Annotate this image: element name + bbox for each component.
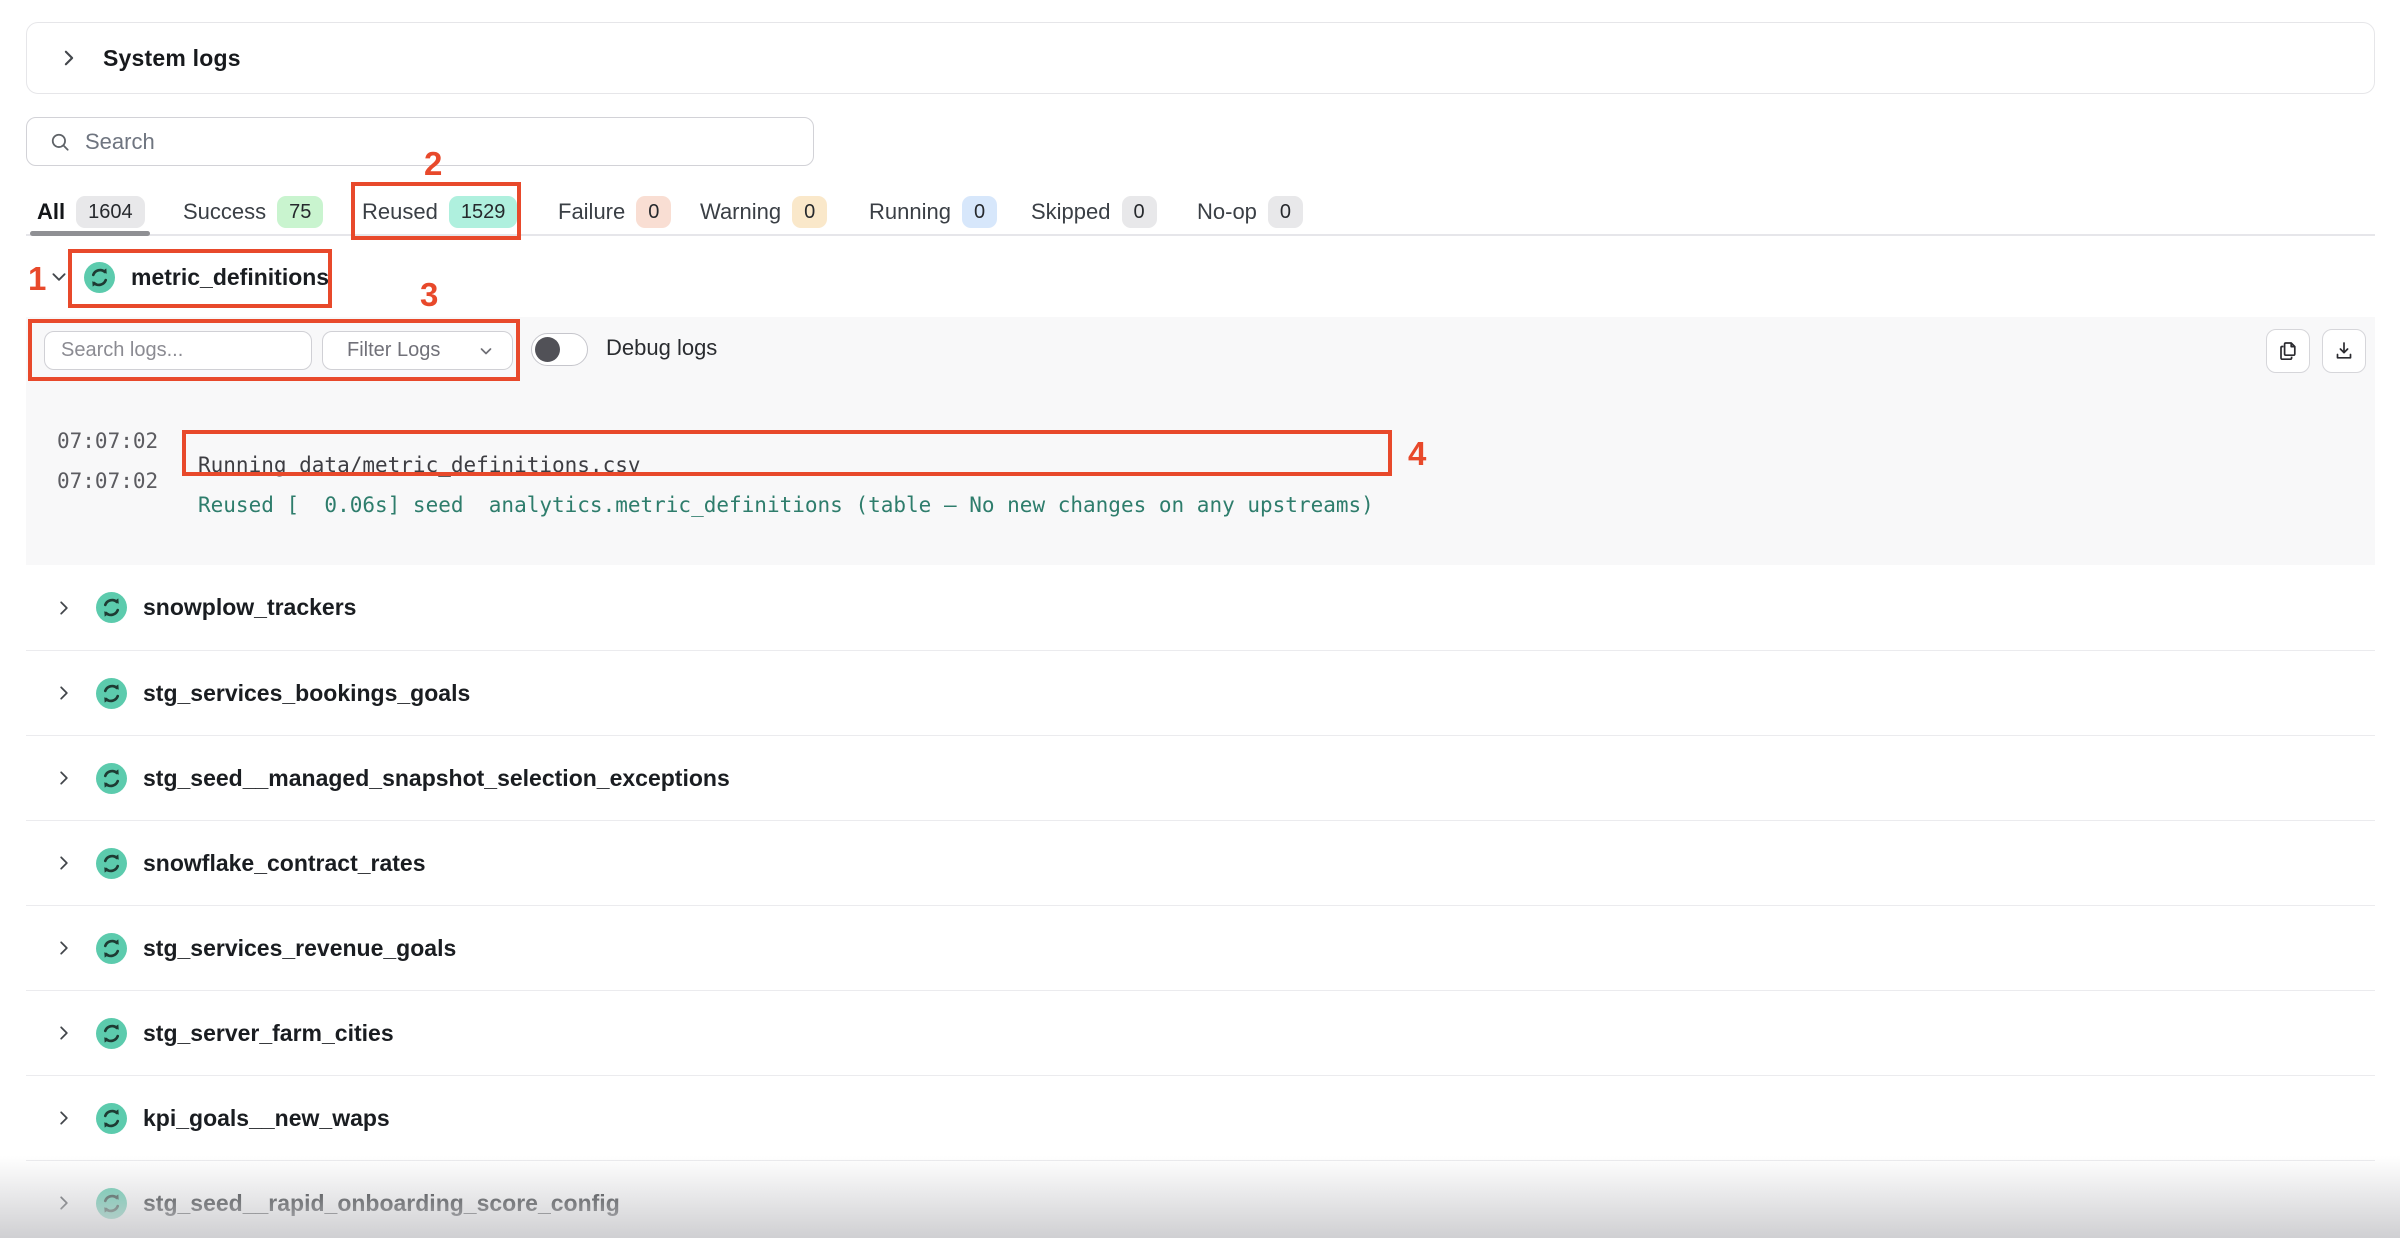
copy-icon — [2276, 339, 2300, 363]
reused-status-icon — [96, 1188, 127, 1219]
filter-logs-dropdown[interactable]: Filter Logs — [322, 331, 513, 370]
item-label: metric_definitions — [131, 264, 329, 291]
reused-status-icon — [84, 262, 115, 293]
log-line: 07:07:02 Running data/metric_definitions… — [26, 405, 2375, 431]
chevron-right-icon[interactable] — [55, 1109, 73, 1127]
tab-count-badge: 75 — [277, 196, 323, 228]
download-icon — [2332, 339, 2356, 363]
log-panel: Filter Logs Debug logs 07:07:02 Running … — [26, 317, 2375, 565]
tab-count-badge: 0 — [636, 196, 671, 228]
reused-status-icon — [96, 848, 127, 879]
chevron-right-icon[interactable] — [55, 1024, 73, 1042]
item-label: kpi_goals__new_waps — [143, 1105, 390, 1132]
search-icon — [49, 131, 71, 153]
tab-label: Failure — [558, 199, 625, 225]
tab-warning[interactable]: Warning 0 — [700, 192, 827, 232]
debug-logs-label: Debug logs — [606, 335, 717, 361]
list-item-stg-server-farm-cities[interactable]: stg_server_farm_cities — [26, 990, 2375, 1075]
tab-label: Success — [183, 199, 266, 225]
item-label: stg_server_farm_cities — [143, 1020, 394, 1047]
chevron-right-icon[interactable] — [55, 1194, 73, 1212]
reused-status-icon — [96, 678, 127, 709]
log-timestamp: 07:07:02 — [57, 469, 158, 493]
tab-all[interactable]: All 1604 — [37, 192, 145, 232]
log-message: Reused [ 0.06s] seed analytics.metric_de… — [198, 493, 1374, 517]
search-bar[interactable] — [26, 117, 814, 166]
chevron-down-icon — [478, 343, 494, 359]
list-item-stg-seed-managed-snapshot-selection-exceptions[interactable]: stg_seed__managed_snapshot_selection_exc… — [26, 735, 2375, 820]
item-label: stg_services_bookings_goals — [143, 680, 470, 707]
tab-count-badge: 1604 — [76, 196, 145, 228]
item-label: stg_seed__managed_snapshot_selection_exc… — [143, 765, 730, 792]
list-item-stg-services-bookings-goals[interactable]: stg_services_bookings_goals — [26, 650, 2375, 735]
annotation-number-1: 1 — [28, 260, 46, 298]
annotation-number-3: 3 — [420, 276, 438, 314]
list-item-snowflake-contract-rates[interactable]: snowflake_contract_rates — [26, 820, 2375, 905]
chevron-right-icon[interactable] — [55, 599, 73, 617]
tab-count-badge: 0 — [792, 196, 827, 228]
tab-label: Running — [869, 199, 951, 225]
chevron-right-icon[interactable] — [55, 684, 73, 702]
item-label: snowplow_trackers — [143, 594, 356, 621]
active-tab-underline — [30, 231, 150, 236]
tab-noop[interactable]: No-op 0 — [1197, 192, 1303, 232]
filter-logs-label: Filter Logs — [347, 339, 440, 362]
tab-label: Skipped — [1031, 199, 1111, 225]
tab-count-badge: 0 — [1122, 196, 1157, 228]
copy-logs-button[interactable] — [2266, 329, 2310, 373]
tab-label: Warning — [700, 199, 781, 225]
tabs-separator — [26, 234, 2375, 236]
tab-running[interactable]: Running 0 — [869, 192, 997, 232]
tab-label: No-op — [1197, 199, 1257, 225]
log-search-input[interactable] — [45, 339, 311, 362]
tab-count-badge: 0 — [962, 196, 997, 228]
expanded-item-metric-definitions[interactable]: metric_definitions — [84, 262, 329, 293]
download-logs-button[interactable] — [2322, 329, 2366, 373]
tab-count-badge: 1529 — [449, 196, 518, 228]
list-item-stg-services-revenue-goals[interactable]: stg_services_revenue_goals — [26, 905, 2375, 990]
tab-label: All — [37, 199, 65, 225]
tab-skipped[interactable]: Skipped 0 — [1031, 192, 1157, 232]
tab-failure[interactable]: Failure 0 — [558, 192, 671, 232]
log-search-box[interactable] — [44, 331, 312, 370]
chevron-right-icon[interactable] — [55, 939, 73, 957]
list-item-snowplow-trackers[interactable]: snowplow_trackers — [26, 565, 2375, 650]
reused-status-icon — [96, 1103, 127, 1134]
item-label: stg_seed__rapid_onboarding_score_config — [143, 1190, 620, 1217]
item-label: snowflake_contract_rates — [143, 850, 426, 877]
reused-status-icon — [96, 763, 127, 794]
page-title: System logs — [103, 45, 241, 72]
chevron-down-icon[interactable] — [50, 268, 68, 291]
list-item-kpi-goals-new-waps[interactable]: kpi_goals__new_waps — [26, 1075, 2375, 1160]
log-item-list: snowplow_trackers stg_services_bookings_… — [26, 565, 2375, 1238]
log-line: 07:07:02 Reused [ 0.06s] seed analytics.… — [26, 445, 2375, 471]
chevron-right-icon[interactable] — [55, 769, 73, 787]
system-logs-header[interactable]: System logs — [26, 22, 2375, 94]
reused-status-icon — [96, 592, 127, 623]
tab-label: Reused — [362, 199, 438, 225]
item-label: stg_services_revenue_goals — [143, 935, 456, 962]
tab-count-badge: 0 — [1268, 196, 1303, 228]
tab-reused[interactable]: Reused 1529 — [362, 192, 517, 232]
system-logs-page: System logs All 1604 Success 75 Reused 1529… — [0, 0, 2400, 1238]
list-item-stg-seed-rapid-onboarding-score-config[interactable]: stg_seed__rapid_onboarding_score_config — [26, 1160, 2375, 1238]
debug-logs-toggle[interactable] — [531, 333, 588, 366]
reused-status-icon — [96, 933, 127, 964]
search-input[interactable] — [85, 129, 813, 155]
tab-success[interactable]: Success 75 — [183, 192, 323, 232]
toggle-knob — [535, 337, 560, 362]
chevron-right-icon[interactable] — [59, 48, 79, 68]
reused-status-icon — [96, 1018, 127, 1049]
chevron-right-icon[interactable] — [55, 854, 73, 872]
